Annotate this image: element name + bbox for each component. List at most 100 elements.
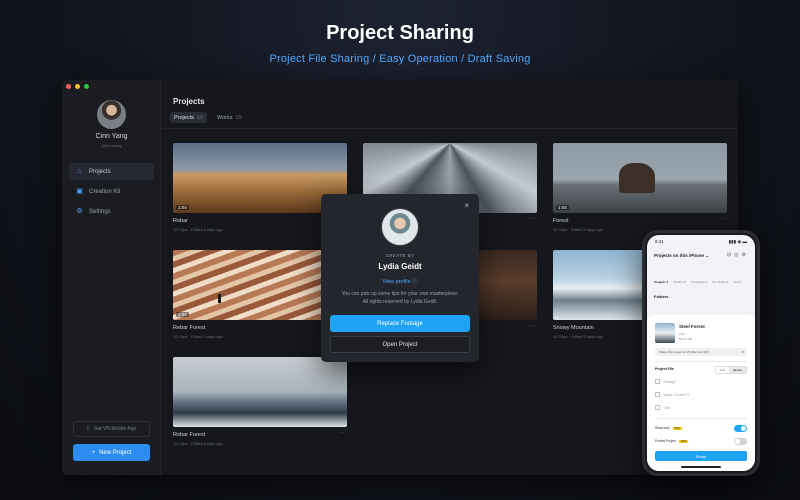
music-icon bbox=[655, 392, 660, 397]
project-name: Forest bbox=[553, 218, 569, 224]
text-option[interactable]: Text bbox=[655, 405, 670, 410]
film-icon bbox=[655, 379, 660, 384]
folders-heading: Folders bbox=[654, 294, 669, 299]
footage-option[interactable]: Footage bbox=[655, 379, 676, 384]
replace-footage-button[interactable]: Replace Footage bbox=[330, 315, 470, 332]
share-button[interactable]: Share bbox=[655, 451, 747, 461]
view-profile-link[interactable]: View profile ⓘ bbox=[321, 277, 479, 285]
segment-simple[interactable]: Simple bbox=[728, 367, 746, 373]
toggle-label-text: Read-only bbox=[655, 426, 670, 430]
gear-icon: ⚙ bbox=[76, 208, 83, 215]
new-project-button[interactable]: + New Project bbox=[73, 444, 150, 461]
created-by-label: CREATE BY bbox=[385, 253, 415, 258]
sidebar: Cinn Yang @cinnyang ⌂ Projects ▣ Creatio… bbox=[62, 80, 161, 475]
tab-works[interactable]: Works 19 bbox=[213, 112, 246, 123]
settings-icon[interactable]: ⚙ bbox=[742, 252, 749, 258]
share-info-text: Share this project to VN Mac and iOS bbox=[659, 350, 709, 354]
phone-tab[interactable]: Templates 0 bbox=[691, 280, 707, 284]
sidebar-item-label: Projects bbox=[89, 168, 111, 175]
tab-label: Projects bbox=[174, 114, 194, 121]
tab-count: 19 bbox=[235, 114, 242, 121]
project-name: Steel Forest bbox=[679, 324, 705, 329]
segment-full[interactable]: Full bbox=[716, 367, 729, 373]
read-only-toggle[interactable] bbox=[734, 425, 747, 432]
project-thumbnail[interactable]: 1:04 bbox=[553, 143, 727, 213]
protect-project-toggle[interactable] bbox=[734, 438, 747, 445]
sidebar-item-creation-kit[interactable]: ▣ Creation Kit bbox=[69, 183, 154, 200]
more-icon[interactable]: ··· bbox=[529, 216, 535, 222]
rock-shape bbox=[619, 163, 655, 193]
window-controls bbox=[66, 84, 89, 89]
text-icon bbox=[655, 405, 660, 410]
project-card[interactable]: Rebar Forest 12 Clips · Edited 5 days ag… bbox=[173, 357, 347, 446]
divider bbox=[162, 128, 738, 129]
phone-mockup: 9:41 ▮▮▮ ◉ ▬ Projects on this iPhone ⌄ ⊟… bbox=[642, 230, 760, 476]
status-bar: 9:41 ▮▮▮ ◉ ▬ bbox=[655, 239, 747, 245]
project-file-label: Project File bbox=[655, 367, 674, 371]
phone-title[interactable]: Projects on this iPhone ⌄ bbox=[654, 253, 709, 259]
file-mode-segment[interactable]: Full Simple bbox=[714, 366, 747, 374]
phone-tab[interactable]: Projects 4 bbox=[654, 280, 668, 284]
close-window-button[interactable] bbox=[66, 84, 71, 89]
phone-tab[interactable]: Works 10 bbox=[673, 280, 686, 284]
phone-tabs: Projects 4 Works 10 Templates 0 Template… bbox=[654, 280, 741, 284]
person-shape bbox=[218, 294, 221, 303]
box-icon: ▣ bbox=[76, 188, 83, 195]
phone-tab[interactable]: Templ bbox=[733, 280, 741, 284]
avatar[interactable] bbox=[97, 100, 126, 129]
project-card[interactable]: 1:04 Forest 12 Clips · Edited 5 days ago… bbox=[553, 143, 727, 232]
status-time: 9:41 bbox=[655, 239, 664, 244]
project-thumbnail bbox=[655, 323, 675, 343]
close-icon[interactable]: × bbox=[742, 348, 744, 356]
protect-project-label: Protect Project PRO bbox=[655, 439, 689, 443]
more-icon[interactable]: ··· bbox=[529, 323, 535, 329]
duration-badge: 1:04 bbox=[176, 312, 189, 317]
sidebar-item-projects[interactable]: ⌂ Projects bbox=[69, 163, 154, 180]
more-icon[interactable]: ··· bbox=[339, 430, 345, 436]
phone-tab[interactable]: Templates 2 bbox=[712, 280, 728, 284]
phone-icon: ▯ bbox=[86, 426, 90, 432]
get-app-label: Get VN Mobile App bbox=[93, 426, 137, 432]
minimize-window-button[interactable] bbox=[75, 84, 80, 89]
description-line: You can pick up some tips for your own m… bbox=[341, 291, 459, 297]
get-mobile-app-button[interactable]: ▯ Get VN Mobile App bbox=[73, 421, 150, 437]
share-info-box: Share this project to VN Mac and iOS × bbox=[655, 348, 747, 356]
hero-subtitle: Project File Sharing / Easy Operation / … bbox=[269, 53, 531, 65]
page-title: Projects bbox=[173, 97, 205, 106]
project-meta: 12 Clips · Edited 5 days ago bbox=[173, 441, 224, 446]
project-size: 58.37 MB bbox=[679, 337, 692, 341]
read-only-label: Read-only PRO bbox=[655, 426, 682, 430]
option-label: Text bbox=[664, 405, 670, 410]
divider bbox=[655, 361, 747, 362]
pro-badge: PRO bbox=[672, 426, 682, 430]
plus-icon: + bbox=[91, 449, 96, 456]
hero-title: Project Sharing bbox=[326, 22, 474, 44]
home-indicator bbox=[681, 466, 721, 468]
user-handle: @cinnyang bbox=[101, 143, 122, 148]
phone-toolbar: ⊟◎⚙ bbox=[727, 252, 749, 258]
creator-name: Lydia Geidt bbox=[378, 262, 422, 271]
phone-screen: 9:41 ▮▮▮ ◉ ▬ Projects on this iPhone ⌄ ⊟… bbox=[647, 235, 755, 471]
option-label: Music / Sound FX bbox=[664, 392, 690, 397]
open-project-button[interactable]: Open Project bbox=[330, 336, 470, 353]
user-name: Cinn Yang bbox=[95, 133, 128, 140]
project-thumbnail[interactable] bbox=[173, 357, 347, 427]
close-icon[interactable]: × bbox=[464, 201, 469, 210]
music-option[interactable]: Music / Sound FX bbox=[655, 392, 689, 397]
signal-icon: ▮▮▮ ◉ ▬ bbox=[728, 239, 747, 244]
tab-projects[interactable]: Projects 10 bbox=[170, 112, 207, 123]
more-icon[interactable]: ··· bbox=[719, 216, 725, 222]
pro-badge: PRO bbox=[678, 439, 689, 443]
camera-icon[interactable]: ◎ bbox=[734, 252, 741, 258]
sidebar-item-settings[interactable]: ⚙ Settings bbox=[69, 203, 154, 220]
description-line: All rights reserved by Lydia Geidt. bbox=[362, 299, 438, 305]
share-sheet: Steel Forest 2:32 58.37 MB Share this pr… bbox=[647, 315, 755, 471]
toggle-label-text: Protect Project bbox=[655, 439, 676, 443]
divider bbox=[655, 418, 747, 419]
sidebar-nav: ⌂ Projects ▣ Creation Kit ⚙ Settings bbox=[69, 163, 154, 223]
option-label: Footage bbox=[664, 379, 676, 384]
tab-label: Works bbox=[217, 114, 233, 121]
zoom-window-button[interactable] bbox=[84, 84, 89, 89]
modal-description: You can pick up some tips for your own m… bbox=[331, 290, 469, 306]
project-name: Rebar Forest bbox=[173, 432, 206, 438]
